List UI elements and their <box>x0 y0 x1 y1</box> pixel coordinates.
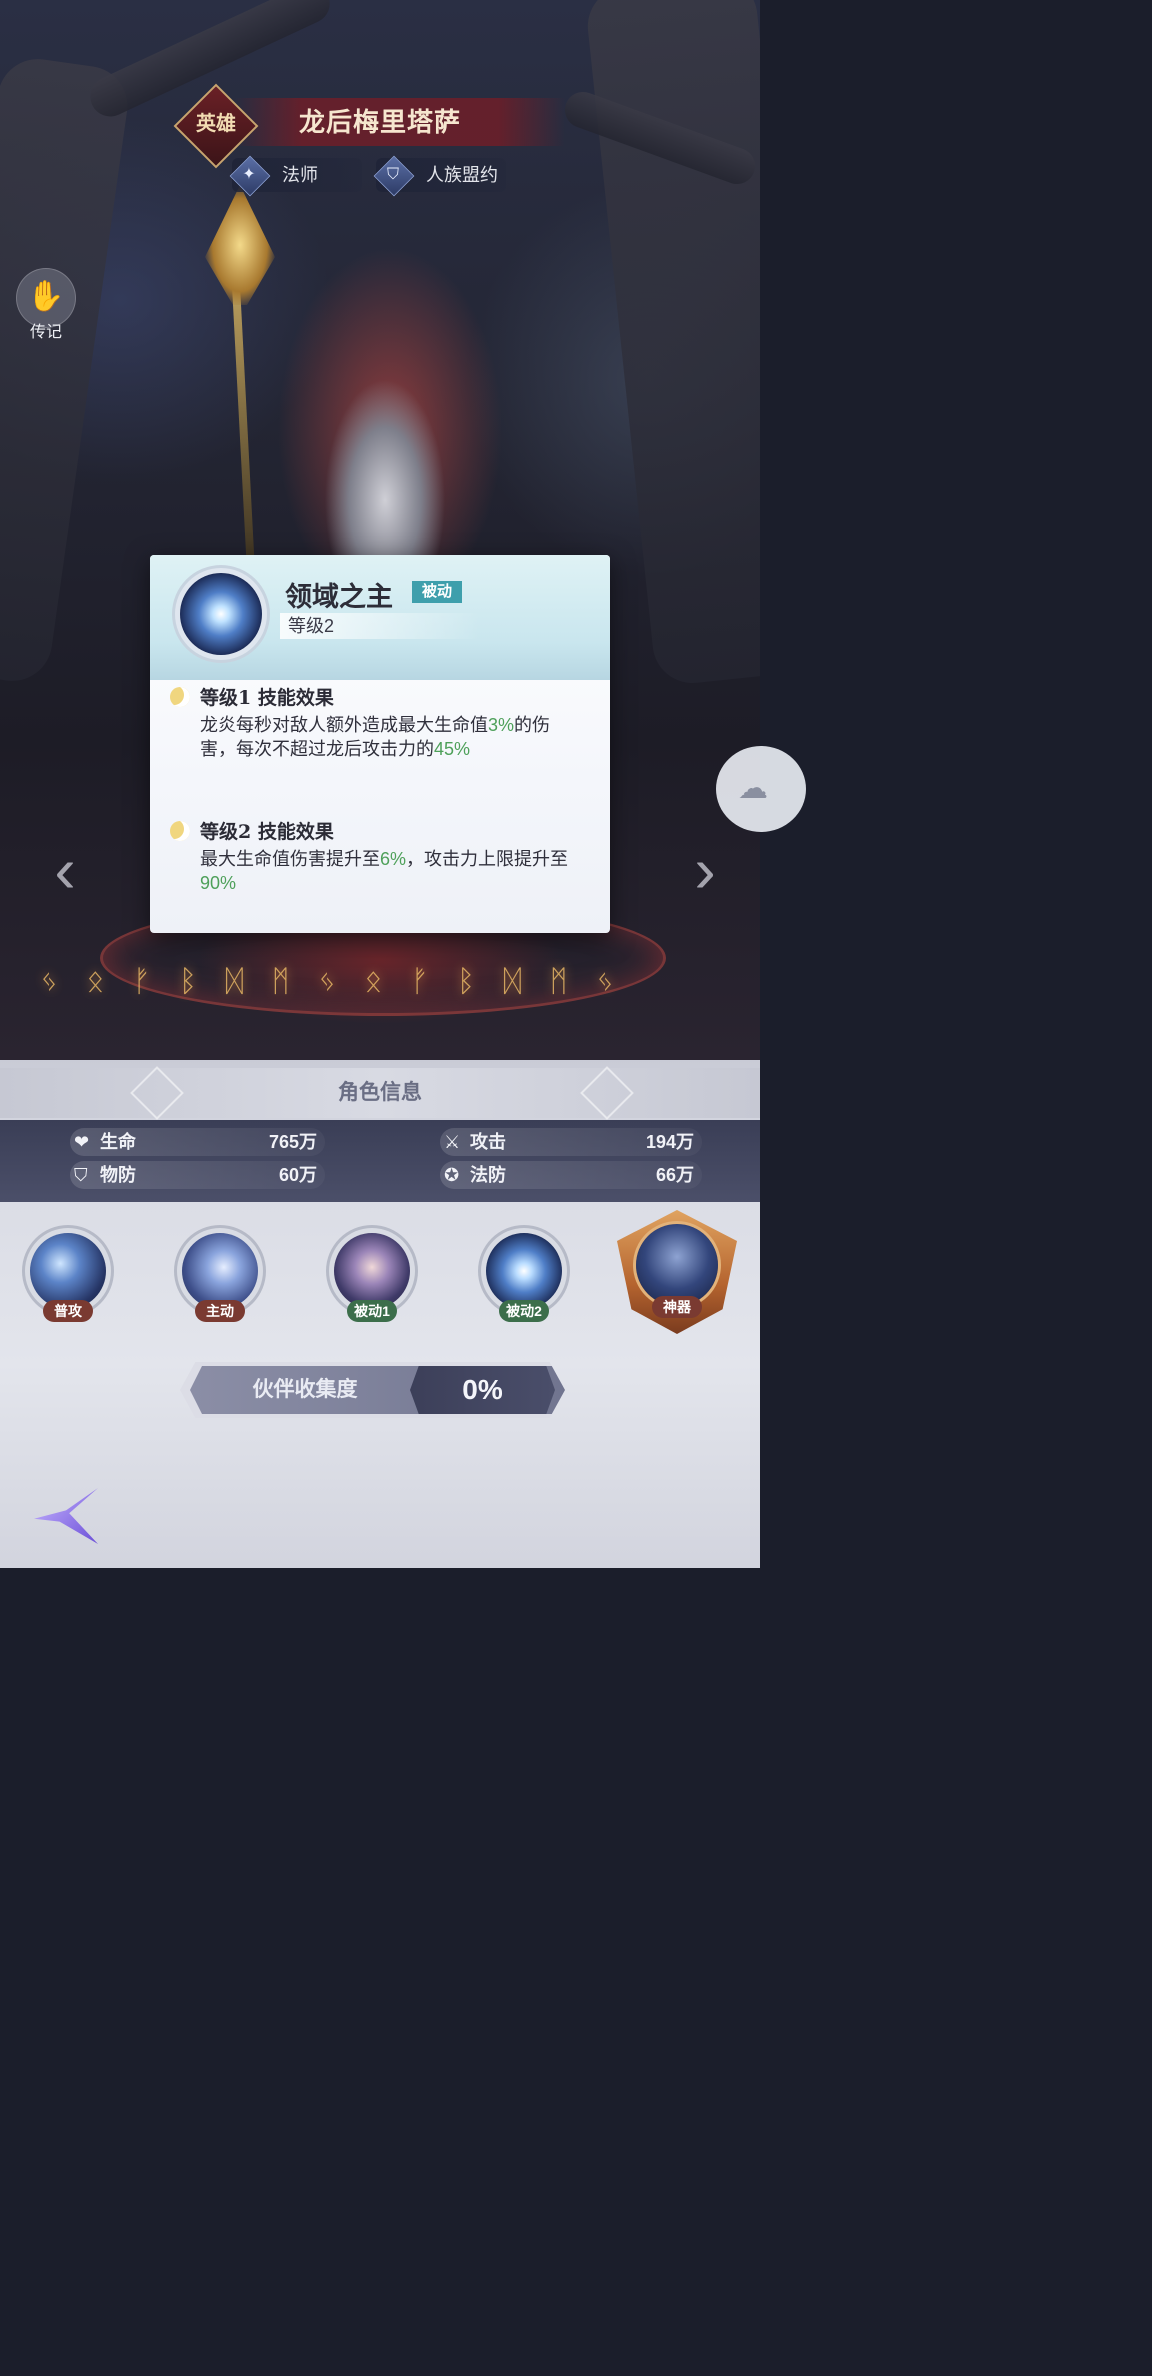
magic-shield-icon: ✪ <box>444 1165 460 1185</box>
collection-label: 伙伴收集度 <box>252 1378 358 1401</box>
section-title: 角色信息 <box>338 1081 422 1104</box>
skill-slot-passive-2[interactable]: 被动2 <box>479 1228 569 1328</box>
stat-hp: ❤ 生命 765万 <box>70 1128 325 1156</box>
skill-slot-normal-attack[interactable]: 普攻 <box>23 1228 113 1328</box>
skill-slot-label: 普攻 <box>43 1300 93 1322</box>
effect-text-part: 最大生命值伤害提升至 <box>200 849 380 869</box>
stat-label: 攻击 <box>470 1132 506 1152</box>
stat-label: 物防 <box>100 1165 136 1185</box>
crescent-icon <box>170 687 190 707</box>
artifact-icon <box>636 1224 718 1306</box>
effect-text-part: ，攻击力上限提升至 <box>406 849 569 869</box>
rune-decoration: ᛃ ᛟ ᚠ ᛒ ᛞ ᛗ ᛃ ᛟ ᚠ ᛒ ᛞ ᛗ ᛃ <box>40 965 625 998</box>
tree-trunk <box>0 53 133 687</box>
effect-text: 龙炎每秒对敌人额外造成最大生命值3%的伤害，每次不超过龙后攻击力的45% <box>200 713 570 761</box>
faction-tag[interactable]: ⛉ 人族盟约 <box>373 155 506 197</box>
stat-magic-defense: ✪ 法防 66万 <box>440 1161 702 1189</box>
effect-text: 最大生命值伤害提升至6%，攻击力上限提升至 90% <box>200 847 570 895</box>
skill-slot-label: 被动1 <box>347 1300 397 1322</box>
hero-staff-head <box>205 185 275 305</box>
effect-highlight-value: 3% <box>488 715 515 735</box>
sword-icon: ⚔ <box>444 1132 461 1152</box>
stat-value: 765万 <box>268 1132 317 1152</box>
alliance-shield-icon-glyph: ⛉ <box>386 166 399 183</box>
stat-label: 法防 <box>470 1165 506 1185</box>
skill-slot-passive-1[interactable]: 被动1 <box>327 1228 417 1328</box>
skill-level: 等级2 <box>280 613 480 639</box>
rank-badge: 英雄 <box>196 113 236 135</box>
mage-icon-glyph: ✦ <box>242 166 256 183</box>
stat-physical-defense: ⛉ 物防 60万 <box>70 1161 325 1189</box>
crescent-icon <box>170 821 190 841</box>
skill-passive-1-icon <box>334 1233 410 1309</box>
effect-text-part: 龙炎每秒对敌人额外造成最大生命值 <box>200 715 488 735</box>
effect-title: 等级2 技能效果 <box>200 821 334 843</box>
skill-slot-label: 被动2 <box>499 1300 549 1322</box>
skill-name: 领域之主 <box>285 582 393 613</box>
faction-label: 人族盟约 <box>426 165 498 185</box>
shield-icon: ⛉ <box>74 1165 88 1185</box>
effect-title: 等级1 技能效果 <box>200 687 334 709</box>
effect-highlight-value: 6% <box>380 849 407 869</box>
effect-highlight-value: 90% <box>200 873 237 893</box>
skill-vortex-icon <box>180 573 262 655</box>
skill-passive-2-icon <box>486 1233 562 1309</box>
biography-button[interactable]: ✋ 传记 <box>14 268 78 341</box>
next-hero-arrow-icon[interactable]: › <box>665 835 745 905</box>
effect-highlight-value: 45% <box>434 739 471 759</box>
chat-bubble-button[interactable]: ☁ <box>716 746 806 832</box>
skill-detail-popup: 领域之主 被动 等级2 等级1 技能效果 龙炎每秒对敌人额外造成最大生命值3%的… <box>150 555 610 933</box>
stat-value: 60万 <box>278 1165 317 1185</box>
hero-name: 龙后梅里塔萨 <box>298 107 461 137</box>
skill-slot-active[interactable]: 主动 <box>175 1228 265 1328</box>
prev-hero-arrow-icon[interactable]: ‹ <box>25 835 105 905</box>
class-tag[interactable]: ✦ 法师 <box>229 155 362 197</box>
skill-slot-label: 主动 <box>195 1300 245 1322</box>
stat-label: 生命 <box>100 1132 136 1152</box>
skill-active-icon <box>182 1233 258 1309</box>
skill-slot-label: 神器 <box>652 1296 702 1318</box>
stat-value: 194万 <box>645 1132 694 1152</box>
class-label: 法师 <box>282 165 318 185</box>
collection-value: 0% <box>462 1374 503 1405</box>
stat-value: 66万 <box>655 1165 694 1185</box>
stat-attack: ⚔ 攻击 194万 <box>440 1128 702 1156</box>
heart-icon: ❤ <box>74 1132 90 1152</box>
skill-type-badge: 被动 <box>412 581 462 603</box>
biography-label: 传记 <box>29 324 62 341</box>
skill-normal-attack-icon <box>30 1233 106 1309</box>
skill-slot-artifact[interactable]: 神器 <box>612 1210 742 1340</box>
